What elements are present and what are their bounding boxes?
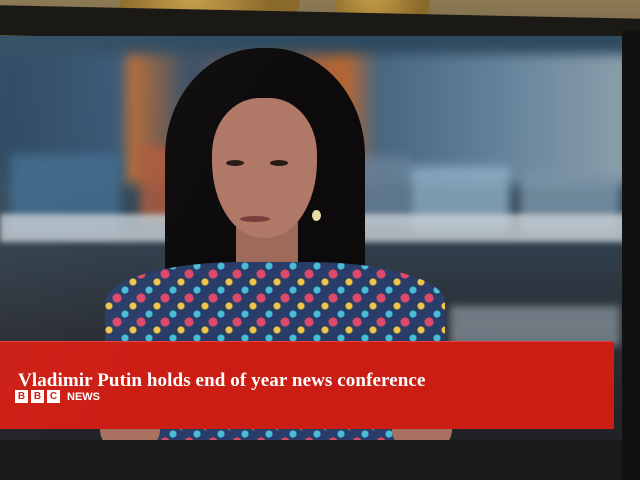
presenter-eye	[270, 160, 288, 166]
logo-block: B	[15, 390, 28, 403]
logo-block: B	[31, 390, 44, 403]
logo-word: NEWS	[67, 390, 100, 403]
tv-bezel-right	[622, 30, 640, 480]
bbc-news-logo: B B C NEWS	[15, 390, 100, 403]
headline-text: Vladimir Putin holds end of year news co…	[18, 370, 426, 391]
studio-furniture	[450, 306, 620, 346]
presenter-eye	[226, 160, 244, 166]
tv-photo-scene: Vladimir Putin holds end of year news co…	[0, 0, 640, 480]
earring	[312, 210, 321, 221]
logo-block: C	[47, 390, 60, 403]
presenter-mouth	[240, 216, 270, 222]
tv-bezel-bottom	[0, 440, 640, 480]
